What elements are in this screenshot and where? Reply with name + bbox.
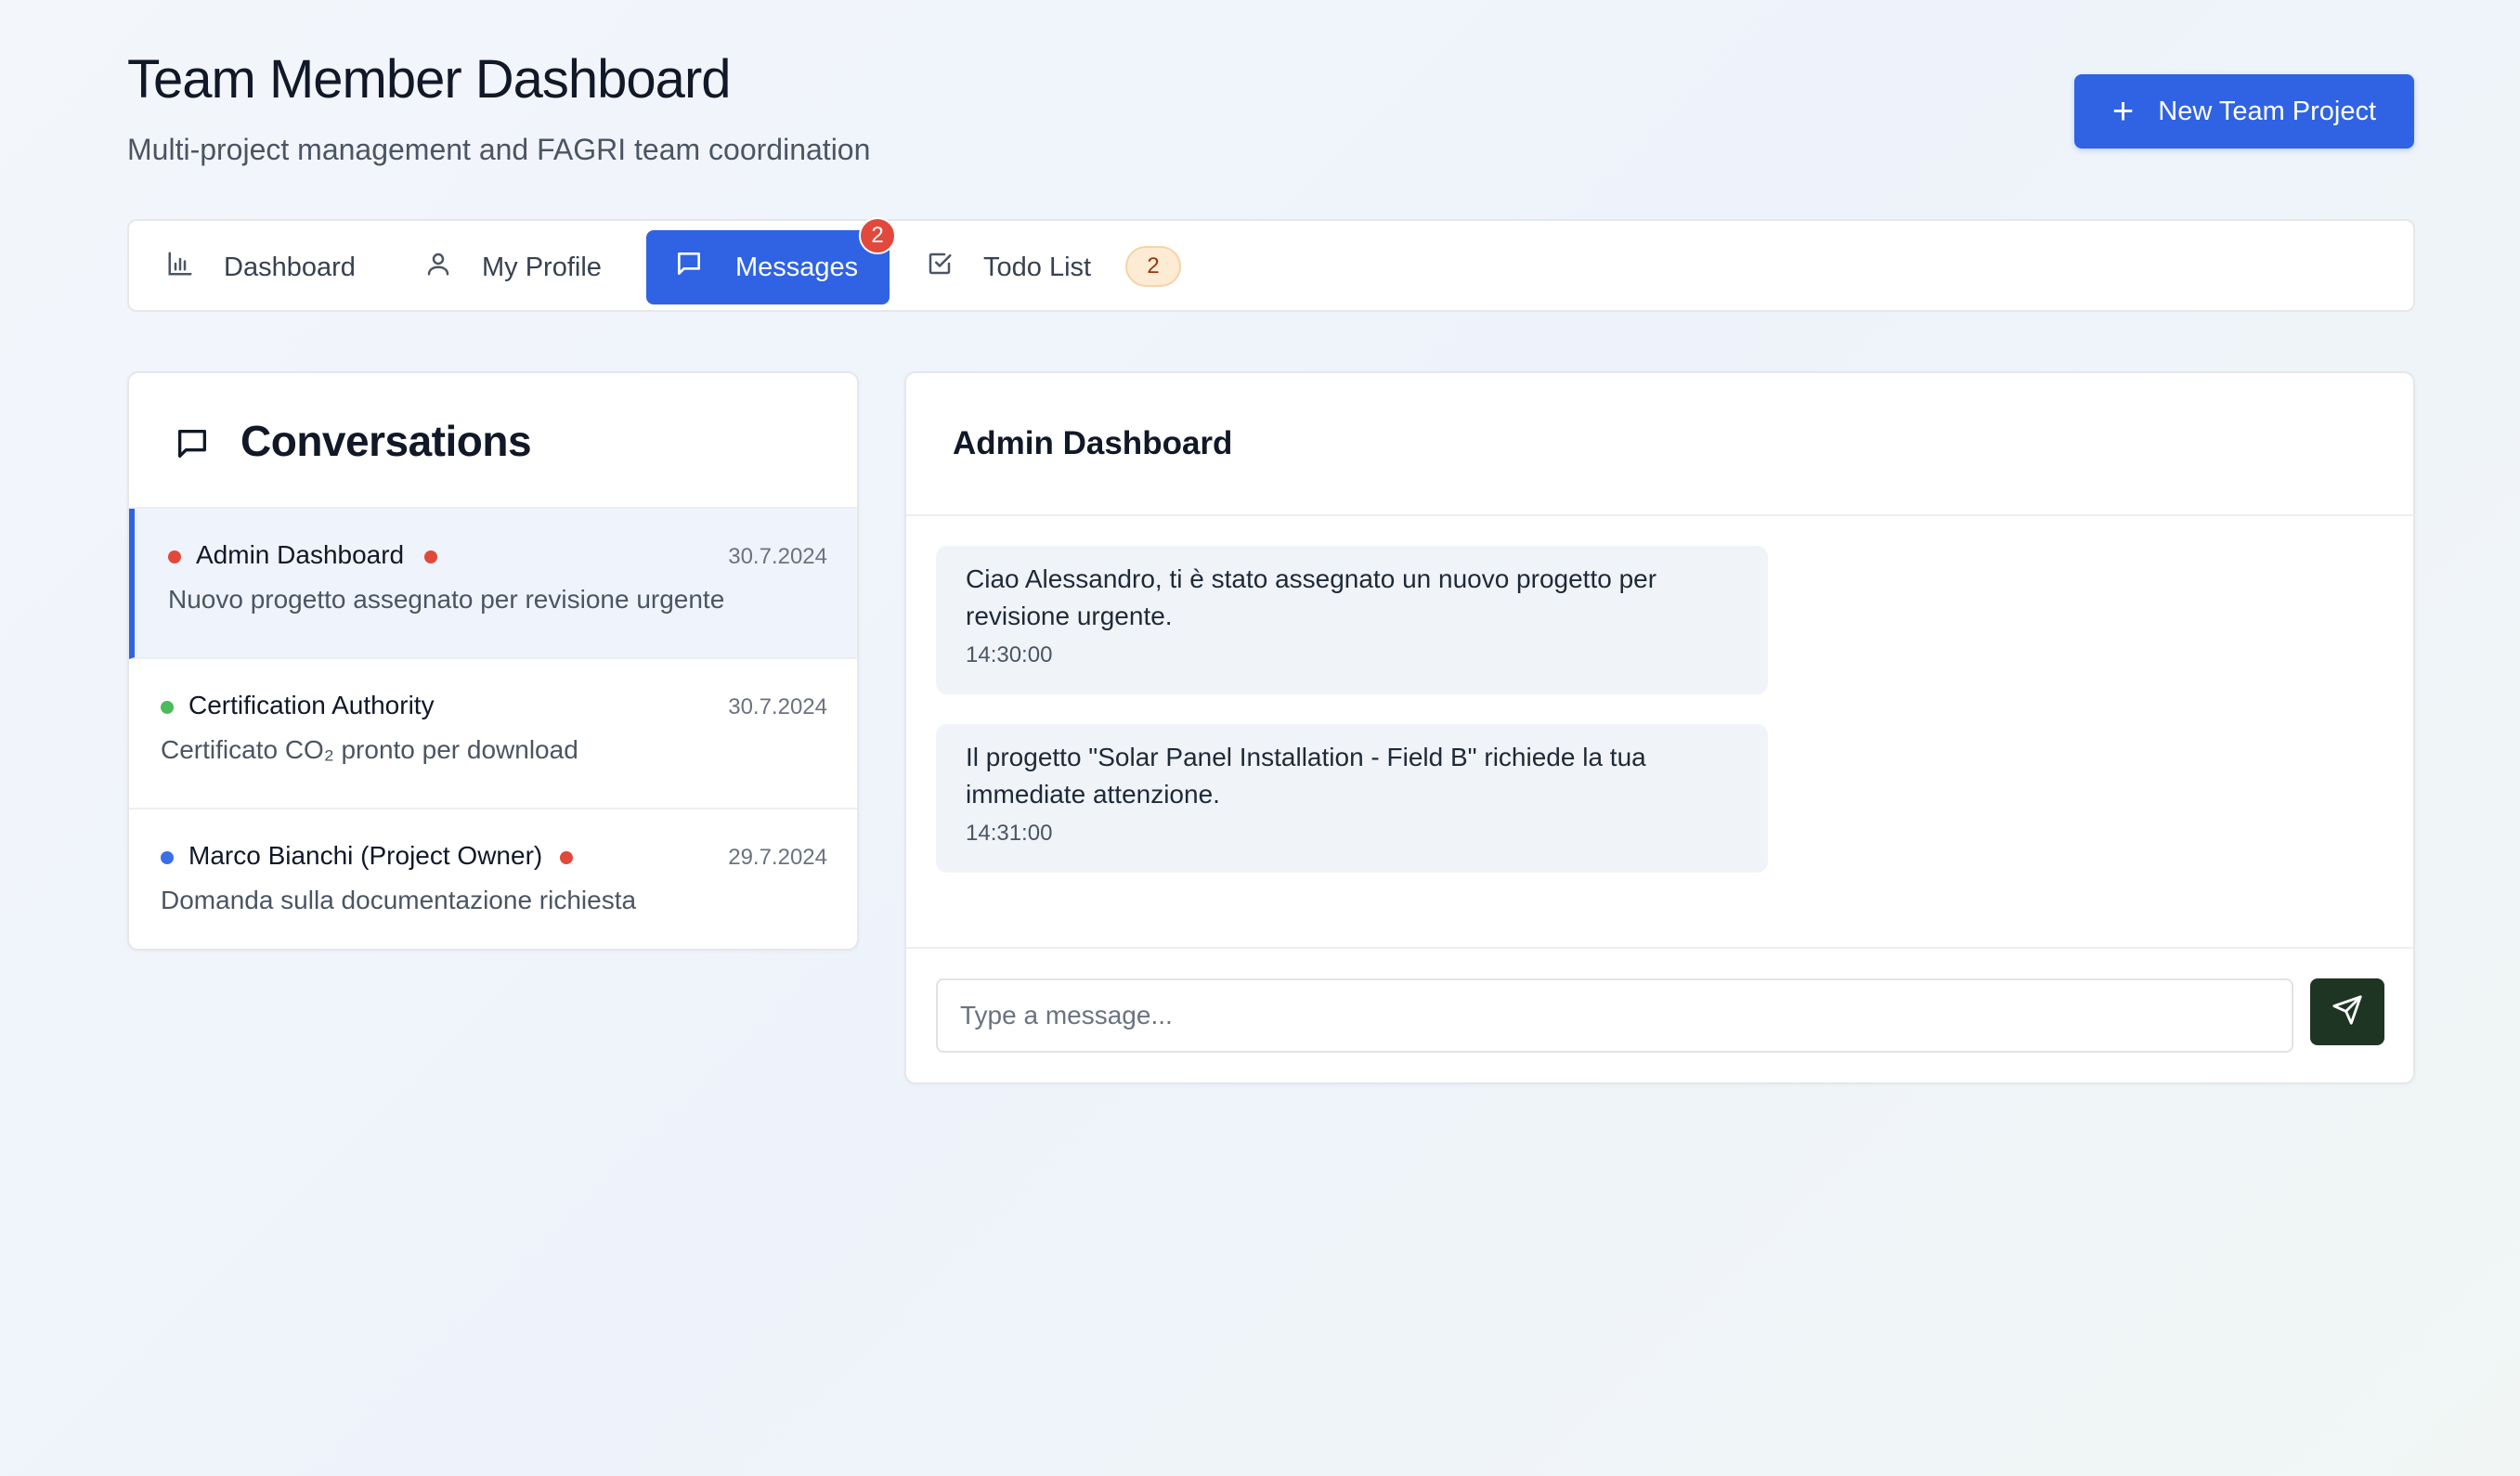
messages-unread-badge: 2 xyxy=(859,217,896,254)
message-text-line: Ciao Alessandro, ti è stato assegnato un… xyxy=(966,564,1657,593)
todo-count-badge: 2 xyxy=(1125,246,1181,287)
conversation-preview: Domanda sulla documentazione richiesta xyxy=(161,886,637,914)
conversation-preview: Certificato CO₂ pronto per download xyxy=(161,735,578,764)
status-dot xyxy=(168,550,181,563)
message-time: 14:31:00 xyxy=(966,821,1053,846)
message-icon xyxy=(674,249,735,286)
status-dot xyxy=(161,851,174,864)
conversation-item-admin-dashboard[interactable]: Admin Dashboard 30.7.2024 Nuovo progetto… xyxy=(129,509,857,659)
message-text: Il progetto "Solar Panel Installation - … xyxy=(966,739,1738,813)
message-text: Ciao Alessandro, ti è stato assegnato un… xyxy=(966,561,1738,635)
page-subtitle: Multi-project management and FAGRI team … xyxy=(127,133,871,166)
status-dot xyxy=(161,701,174,714)
message-bubble: Il progetto "Solar Panel Installation - … xyxy=(936,724,1768,873)
conversation-date: 29.7.2024 xyxy=(728,845,827,870)
conversation-item-certification-authority[interactable]: Certification Authority 30.7.2024 Certif… xyxy=(129,659,857,809)
page-title: Team Member Dashboard xyxy=(127,49,732,110)
tab-dashboard-label: Dashboard xyxy=(224,252,356,282)
conversation-item-marco-bianchi[interactable]: Marco Bianchi (Project Owner) 29.7.2024 … xyxy=(129,809,857,949)
conversation-date: 30.7.2024 xyxy=(728,544,827,569)
tab-todo-list-label: Todo List xyxy=(983,252,1092,282)
unread-dot xyxy=(424,550,437,563)
checkbox-icon xyxy=(926,250,983,285)
conversation-preview: Nuovo progetto assegnato per revisione u… xyxy=(168,585,725,614)
chat-panel: Admin Dashboard Ciao Alessandro, ti è st… xyxy=(904,371,2415,1084)
message-text-line: Il progetto "Solar Panel Installation - … xyxy=(966,743,1646,771)
bar-chart-icon xyxy=(166,250,224,285)
unread-dot xyxy=(560,851,573,864)
tab-messages-label: Messages xyxy=(735,252,859,282)
tab-bar: Dashboard My Profile Messages 2 Todo Lis… xyxy=(127,217,2415,312)
message-bubble: Ciao Alessandro, ti è stato assegnato un… xyxy=(936,546,1768,694)
tab-messages[interactable]: Messages xyxy=(646,230,890,304)
new-team-project-label: New Team Project xyxy=(2158,96,2377,126)
message-text-line: immediate attenzione. xyxy=(966,780,1220,809)
tab-my-profile-label: My Profile xyxy=(482,252,602,282)
tab-my-profile[interactable]: My Profile xyxy=(424,230,638,304)
conversation-name: Certification Authority xyxy=(188,691,435,719)
send-button[interactable] xyxy=(2310,978,2384,1045)
message-input[interactable] xyxy=(936,978,2293,1053)
conversations-header: Conversations xyxy=(129,373,857,509)
conversations-panel: Conversations Admin Dashboard 30.7.2024 … xyxy=(127,371,859,951)
plus-icon: + xyxy=(2111,91,2135,132)
conversations-title: Conversations xyxy=(240,417,532,465)
conversation-date: 30.7.2024 xyxy=(728,694,827,719)
message-icon xyxy=(174,425,211,467)
conversation-name: Marco Bianchi (Project Owner) xyxy=(188,841,543,870)
send-icon xyxy=(2332,994,2363,1030)
new-team-project-button[interactable]: + New Team Project xyxy=(2074,74,2414,149)
message-text-line: revisione urgente. xyxy=(966,602,1173,630)
message-time: 14:30:00 xyxy=(966,642,1053,667)
chat-header: Admin Dashboard xyxy=(906,373,2413,516)
chat-composer xyxy=(906,947,2413,1082)
chat-title: Admin Dashboard xyxy=(953,425,1233,461)
user-icon xyxy=(424,250,482,285)
conversation-name: Admin Dashboard xyxy=(196,540,405,569)
tab-dashboard[interactable]: Dashboard xyxy=(166,230,370,304)
